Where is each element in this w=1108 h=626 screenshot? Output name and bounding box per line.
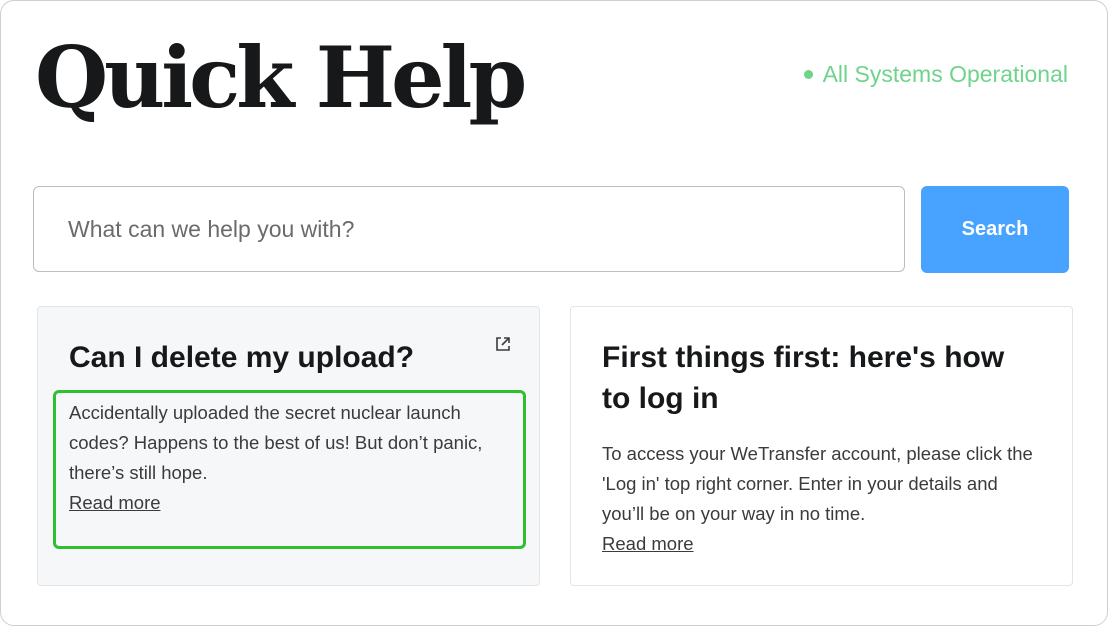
external-link-icon[interactable]	[494, 335, 512, 353]
status-dot-icon	[803, 69, 813, 79]
card-title[interactable]: Can I delete my upload?	[69, 337, 414, 378]
system-status: All Systems Operational	[803, 59, 1068, 89]
help-panel: Quick Help All Systems Operational Searc…	[0, 0, 1108, 626]
read-more-link[interactable]: Read more	[69, 492, 161, 513]
card-excerpt-text: Accidentally uploaded the secret nuclear…	[69, 402, 483, 483]
article-card-delete-upload[interactable]: Can I delete my upload? Accidentally upl…	[37, 306, 540, 586]
card-title[interactable]: First things first: here's how to log in	[602, 337, 1022, 419]
article-card-log-in[interactable]: First things first: here's how to log in…	[570, 306, 1073, 586]
page-title: Quick Help	[35, 28, 527, 127]
status-text: All Systems Operational	[822, 61, 1068, 87]
read-more-link[interactable]: Read more	[602, 533, 694, 554]
card-excerpt: To access your WeTransfer account, pleas…	[602, 439, 1042, 559]
search-input[interactable]	[33, 186, 905, 272]
search-button[interactable]: Search	[921, 186, 1069, 273]
card-excerpt: Accidentally uploaded the secret nuclear…	[69, 398, 509, 518]
card-excerpt-text: To access your WeTransfer account, pleas…	[602, 443, 1033, 524]
